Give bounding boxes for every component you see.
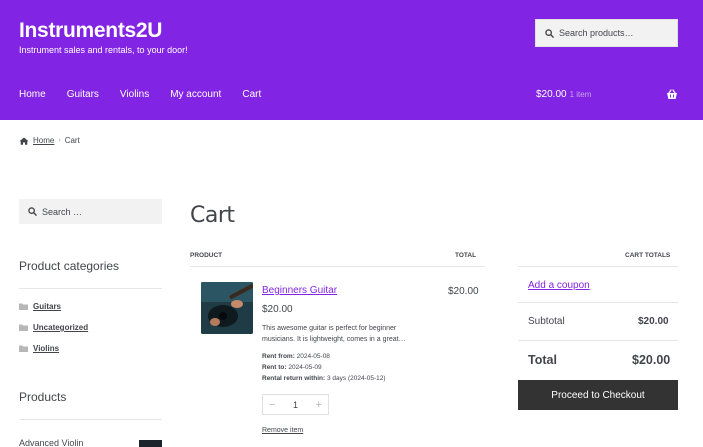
header-cart-amount: $20.00 <box>536 89 567 100</box>
quantity-decrease-button[interactable]: − <box>269 399 275 411</box>
total-value: $20.00 <box>632 353 671 367</box>
site-header: Instruments2U Instrument sales and renta… <box>0 0 703 120</box>
rent-from-value: 2024-05-08 <box>296 353 330 360</box>
subtotal-label: Subtotal <box>528 316 565 327</box>
category-item-violins: Violins <box>19 344 59 353</box>
column-header-total: TOTAL <box>455 252 477 259</box>
quantity-increase-button[interactable]: + <box>316 399 322 411</box>
add-coupon-link[interactable]: Add a coupon <box>528 280 590 291</box>
divider <box>518 340 678 341</box>
folder-icon <box>19 303 28 310</box>
product-description: This awesome guitar is perfect for begin… <box>262 325 406 343</box>
category-link-guitars[interactable]: Guitars <box>33 302 61 311</box>
breadcrumb-home-link[interactable]: Home <box>33 136 54 145</box>
folder-icon <box>19 324 28 331</box>
rent-from-label: Rent from: <box>262 353 295 360</box>
page-title: Cart <box>190 203 235 228</box>
line-item-total: $20.00 <box>448 286 479 297</box>
divider <box>190 266 485 267</box>
basket-icon[interactable] <box>666 89 678 100</box>
rental-return-value: 3 days (2024-05-12) <box>327 375 386 382</box>
product-name-link[interactable]: Beginners Guitar <box>262 285 337 296</box>
product-search-input[interactable] <box>559 28 669 38</box>
divider <box>19 419 162 420</box>
nav-cart[interactable]: Cart <box>242 89 261 100</box>
search-icon <box>545 28 554 38</box>
rent-to-label: Rent to: <box>262 364 287 371</box>
divider <box>518 266 678 267</box>
primary-nav: Home Guitars Violins My account Cart <box>19 89 282 100</box>
sidebar-search-input[interactable] <box>42 206 152 217</box>
sidebar-search[interactable] <box>19 199 162 224</box>
category-link-uncategorized[interactable]: Uncategorized <box>33 323 88 332</box>
home-icon <box>19 137 29 145</box>
cart-totals-heading: CART TOTALS <box>625 252 671 259</box>
category-item-uncategorized: Uncategorized <box>19 323 88 332</box>
proceed-to-checkout-button[interactable]: Proceed to Checkout <box>518 380 678 410</box>
breadcrumb-current: Cart <box>64 136 80 145</box>
folder-icon <box>19 345 28 352</box>
nav-guitars[interactable]: Guitars <box>67 89 99 100</box>
guitar-photo <box>201 282 253 334</box>
header-cart-summary[interactable]: $20.00 1 item <box>536 89 591 100</box>
rent-from: Rent from: 2024-05-08 <box>262 353 330 360</box>
products-heading: Products <box>19 390 67 404</box>
nav-violins[interactable]: Violins <box>120 89 149 100</box>
site-title[interactable]: Instruments2U <box>19 19 162 43</box>
divider <box>518 302 678 303</box>
total-label: Total <box>528 353 557 367</box>
search-icon <box>28 207 37 216</box>
product-thumbnail[interactable] <box>201 282 253 334</box>
rental-return: Rental return within: 3 days (2024-05-12… <box>262 375 386 382</box>
nav-home[interactable]: Home <box>19 89 46 100</box>
product-categories-heading: Product categories <box>19 259 120 273</box>
column-header-product: PRODUCT <box>190 252 223 259</box>
header-search[interactable] <box>535 19 678 47</box>
subtotal-value: $20.00 <box>638 316 669 327</box>
quantity-stepper: − 1 + <box>262 394 329 415</box>
divider <box>19 288 162 289</box>
breadcrumb-separator: › <box>58 137 61 144</box>
sidebar-product-thumbnail[interactable] <box>139 440 162 447</box>
site-tagline: Instrument sales and rentals, to your do… <box>19 45 188 55</box>
header-cart-count: 1 item <box>569 90 592 99</box>
rental-return-label: Rental return within: <box>262 375 326 382</box>
nav-my-account[interactable]: My account <box>170 89 221 100</box>
sidebar-product-link[interactable]: Advanced Violin <box>19 438 83 447</box>
remove-item-link[interactable]: Remove item <box>262 427 303 434</box>
product-unit-price: $20.00 <box>262 304 293 315</box>
rent-to-value: 2024-05-09 <box>288 364 322 371</box>
quantity-value[interactable]: 1 <box>293 400 298 410</box>
rent-to: Rent to: 2024-05-09 <box>262 364 322 371</box>
category-item-guitars: Guitars <box>19 302 61 311</box>
category-link-violins[interactable]: Violins <box>33 344 59 353</box>
breadcrumb: Home › Cart <box>19 136 80 145</box>
